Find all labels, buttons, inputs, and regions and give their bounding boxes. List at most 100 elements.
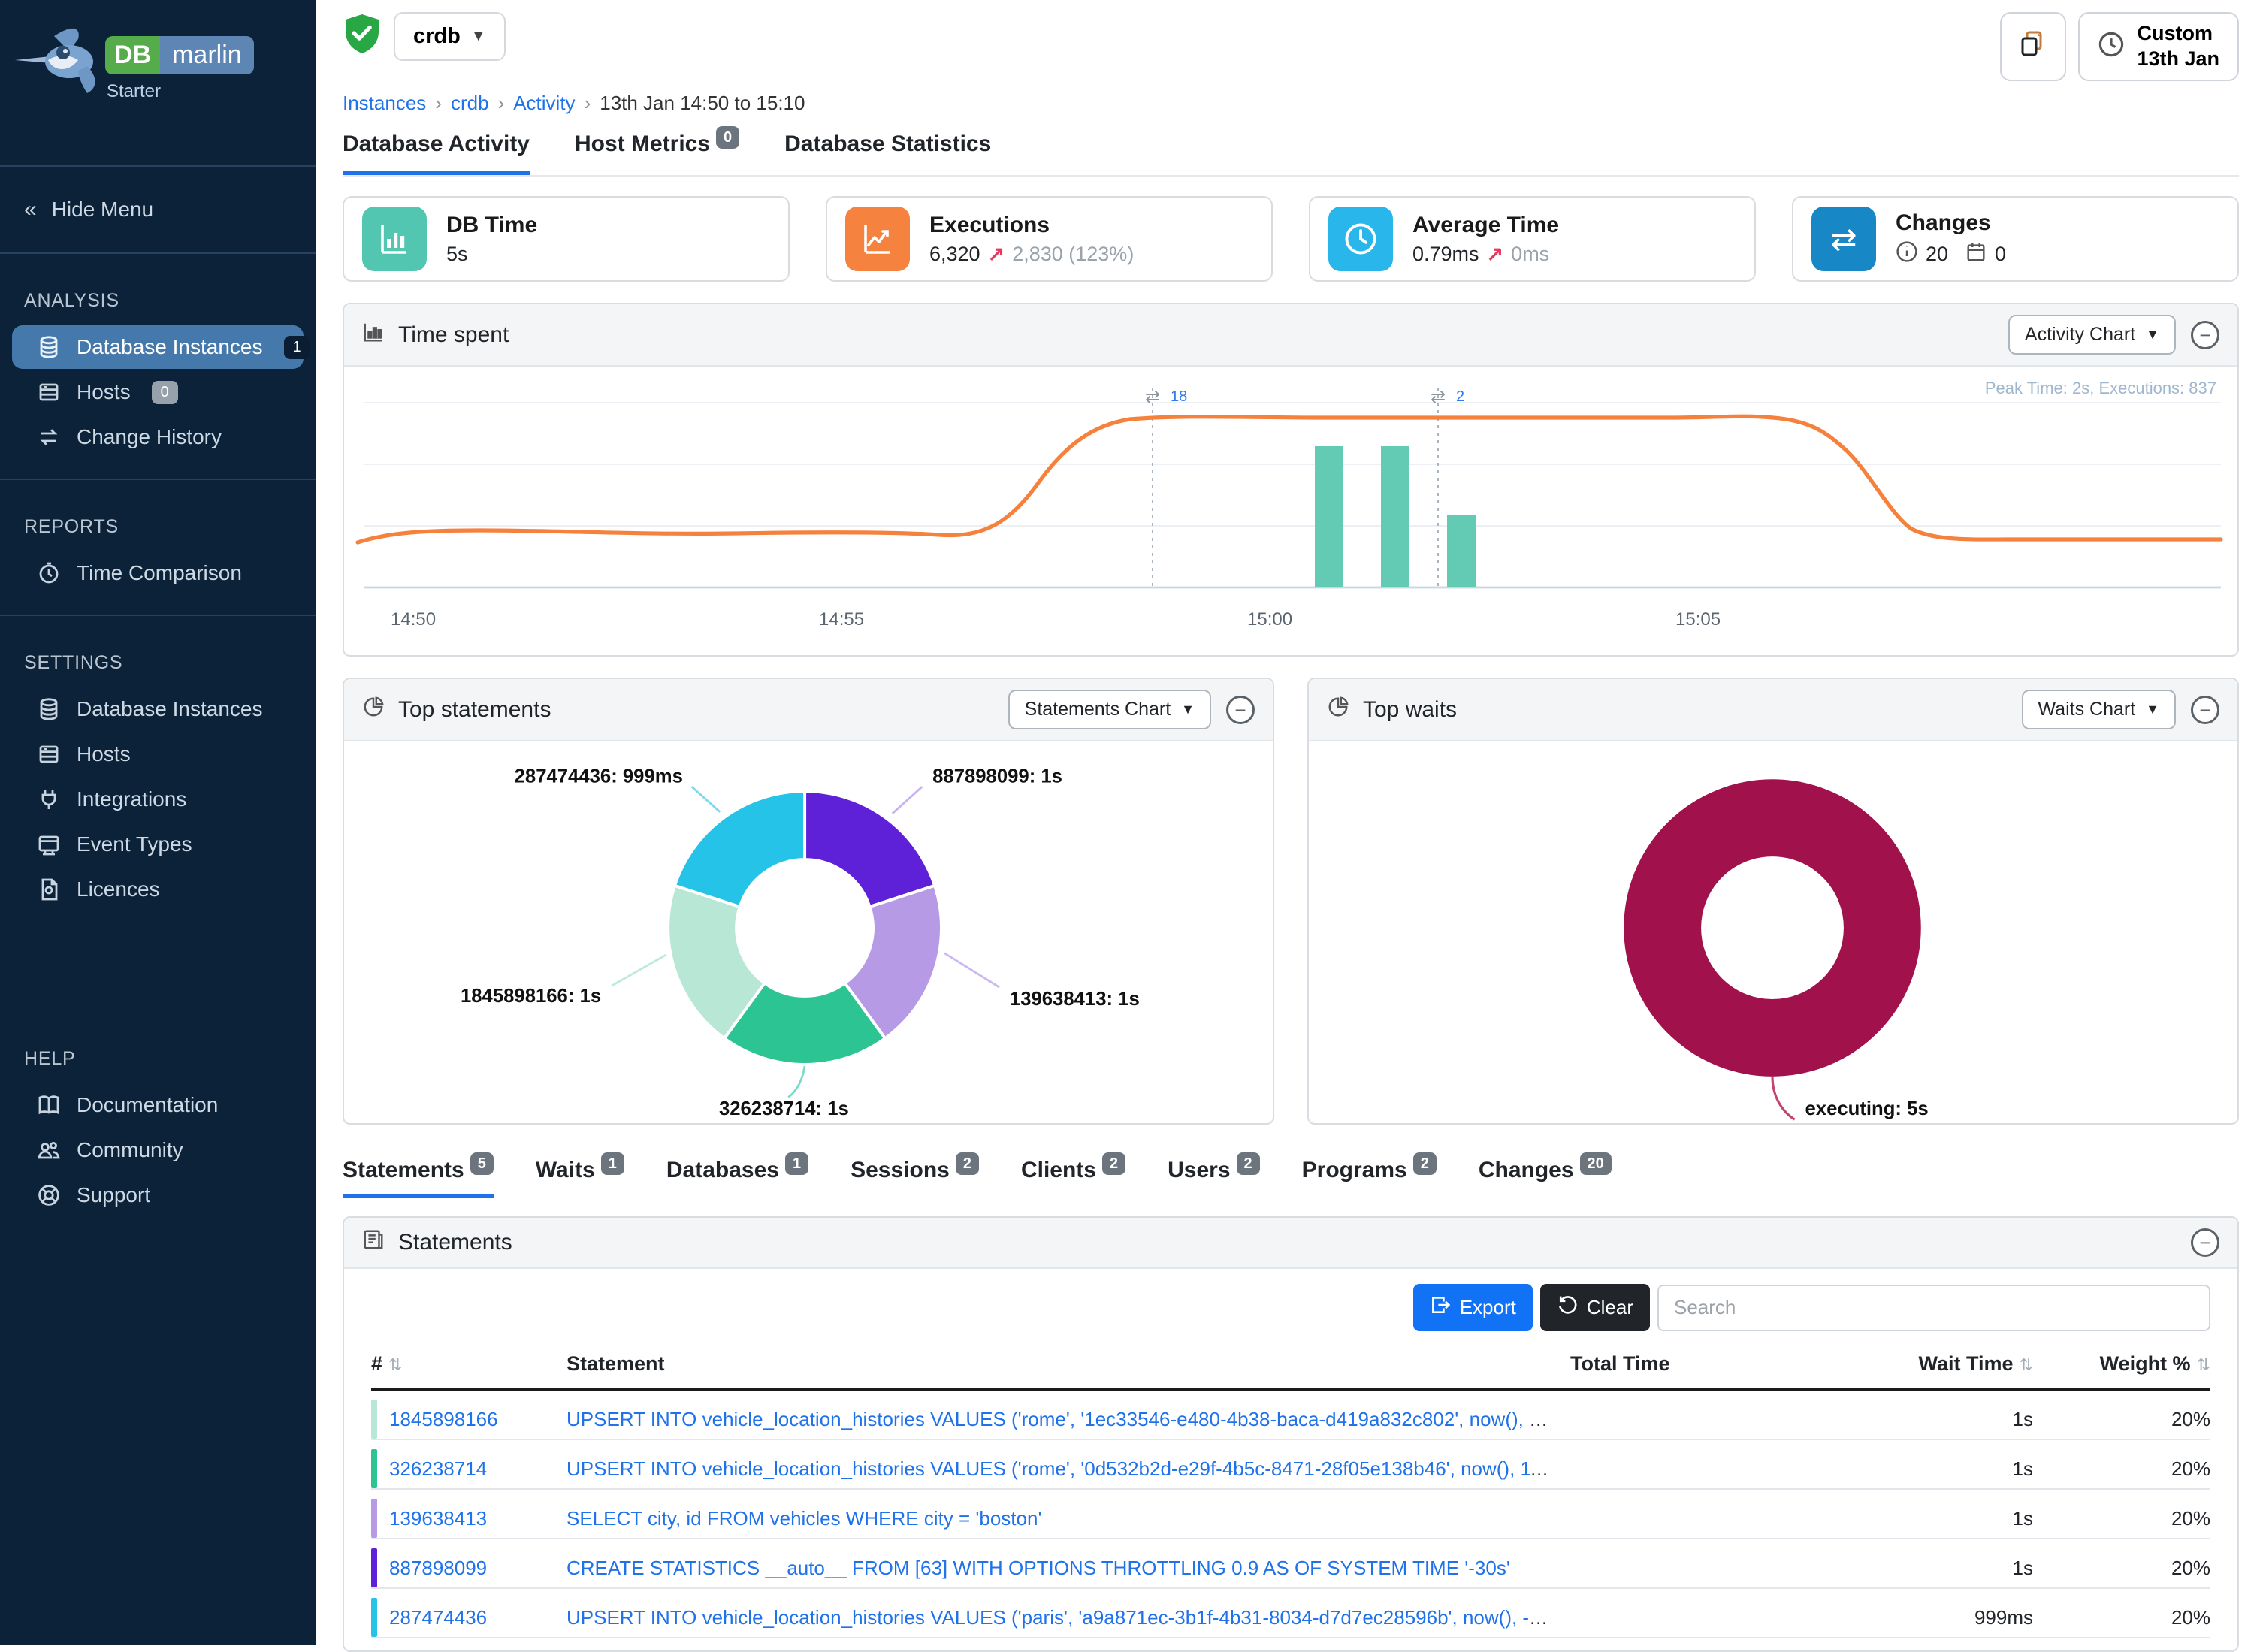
tab-count-badge: 5 [470,1152,494,1175]
sidebar: DB marlin Starter « Hide Menu ANALYSIS D… [0,0,316,1645]
sidebar-item-label: Database Instances [77,697,263,721]
activity-chart-select[interactable]: Activity Chart ▼ [2008,315,2176,355]
statements-panel: Statements − Export Clear [343,1216,2239,1652]
col-header-statement[interactable]: Statement [566,1352,1570,1376]
kpi-info-count: 20 [1926,243,1948,266]
search-input[interactable] [1657,1285,2210,1331]
sidebar-item-time-comparison[interactable]: Time Comparison [12,551,304,595]
tab-host-metrics[interactable]: Host Metrics0 [575,131,739,175]
tab-database-statistics[interactable]: Database Statistics [784,131,991,175]
change-marker-icon: ⇄ [1431,387,1446,407]
sidebar-item-licences[interactable]: Licences [12,868,304,911]
hide-menu-button[interactable]: « Hide Menu [0,176,316,243]
sidebar-section-reports: REPORTS Time Comparison [0,489,316,606]
sidebar-item-label: Community [77,1138,183,1162]
executions-bar [1381,446,1409,587]
donut-slice-887898099 [805,791,935,907]
kpi-delta: 2,830 (123%) [1012,243,1134,266]
delta-up-icon: ↗ [988,243,1005,266]
sidebar-item-event-types[interactable]: Event Types [12,823,304,866]
col-header-wait-time[interactable]: Wait Time⇅ [1739,1352,2033,1376]
table-row: 887898099 CREATE STATISTICS __auto__ FRO… [371,1539,2210,1589]
statement-link[interactable]: UPSERT INTO vehicle_location_histories V… [566,1408,1570,1430]
tab-users[interactable]: Users2 [1168,1158,1260,1198]
collapse-minus-icon[interactable]: − [2191,321,2219,349]
kpi-value: 6,320 [929,243,980,266]
sidebar-item-label: Time Comparison [77,561,242,585]
tab-waits[interactable]: Waits1 [536,1158,624,1198]
charts-row: Top statements Statements Chart ▼ − [343,657,2239,1125]
tab-clients[interactable]: Clients2 [1021,1158,1125,1198]
statement-id-link[interactable]: 139638413 [389,1507,487,1530]
breadcrumb-instances[interactable]: Instances [343,92,426,114]
logo-edition: Starter [107,81,161,102]
tab-databases[interactable]: Databases1 [666,1158,808,1198]
donut-label-287474436: 287474436: 999ms [515,766,683,787]
db-time-line [358,416,2221,542]
statement-color-chip [371,1400,377,1439]
statement-link[interactable]: UPSERT INTO vehicle_location_histories V… [566,1457,1570,1480]
logo-marlin: marlin [160,36,254,74]
sidebar-item-integrations[interactable]: Integrations [12,778,304,821]
sidebar-item-documentation[interactable]: Documentation [12,1083,304,1127]
statement-id-link[interactable]: 1845898166 [389,1408,498,1431]
waits-chart-select[interactable]: Waits Chart ▼ [2022,690,2176,729]
kpi-title: Changes [1896,210,2006,236]
sidebar-item-community[interactable]: Community [12,1128,304,1172]
top-waits-header: Top waits Waits Chart ▼ − [1309,679,2237,741]
weight-value: 20% [2033,1606,2210,1629]
sidebar-item-change-history[interactable]: Change History [12,415,304,459]
clear-icon [1557,1294,1578,1321]
tab-database-activity[interactable]: Database Activity [343,131,530,175]
sidebar-item-hosts[interactable]: Hosts 0 [12,370,304,414]
statement-id-link[interactable]: 287474436 [389,1606,487,1629]
sidebar-item-database-instances-settings[interactable]: Database Instances [12,687,304,731]
instance-name: crdb [413,24,461,49]
kpi-changes: ⇄ Changes 20 0 [1792,196,2239,282]
col-header-weight[interactable]: Weight %⇅ [2033,1352,2210,1376]
statements-toolbar: Export Clear [371,1284,2210,1331]
sidebar-item-hosts-settings[interactable]: Hosts [12,732,304,776]
sidebar-item-support[interactable]: Support [12,1173,304,1217]
wait-time-value: 999ms [1739,1606,2033,1629]
sidebar-item-database-instances[interactable]: Database Instances 1 [12,325,304,369]
instance-selector[interactable]: crdb ▼ [394,12,506,61]
col-header-num[interactable]: #⇅ [371,1352,566,1376]
tab-count-badge: 20 [1580,1152,1612,1175]
tab-programs[interactable]: Programs2 [1302,1158,1437,1198]
time-spent-chart[interactable]: Peak Time: 2s, Executions: 837 ⇄ 18 ⇄ 2 [344,367,2237,655]
main-tabs: Database Activity Host Metrics0 Database… [343,115,2239,175]
statements-donut-chart[interactable]: 287474436: 999ms 887898099: 1s 139638413… [344,741,1273,1123]
support-icon [36,1182,62,1208]
statement-id-link[interactable]: 326238714 [389,1457,487,1481]
statement-link[interactable]: SELECT city, id FROM vehicles WHERE city… [566,1507,1041,1530]
time-range-label-2: 13th Jan [2137,47,2219,70]
statement-link[interactable]: UPSERT INTO vehicle_location_histories V… [566,1606,1570,1629]
collapse-minus-icon[interactable]: − [1226,696,1255,724]
tab-sessions[interactable]: Sessions2 [851,1158,979,1198]
change-marker-icon: ⇄ [1145,387,1160,407]
statements-chart-select[interactable]: Statements Chart ▼ [1008,690,1211,729]
statements-body: Export Clear #⇅ Statement Total Time Wai… [344,1269,2237,1650]
wait-time-value: 1s [1739,1457,2033,1481]
tab-statements[interactable]: Statements5 [343,1158,494,1198]
time-range-button[interactable]: Custom 13th Jan [2078,12,2239,81]
logo-block[interactable]: DB marlin Starter [0,0,316,156]
breadcrumb-crdb[interactable]: crdb [451,92,489,114]
export-button[interactable]: Export [1413,1284,1533,1331]
breadcrumb-activity[interactable]: Activity [513,92,575,114]
waits-donut-svg: executing: 5s [1309,741,2237,1123]
collapse-minus-icon[interactable]: − [2191,696,2219,724]
col-header-total-time[interactable]: Total Time [1570,1352,1739,1376]
collapse-minus-icon[interactable]: − [2191,1228,2219,1257]
tab-changes[interactable]: Changes20 [1479,1158,1612,1198]
waits-donut-chart[interactable]: executing: 5s [1309,741,2237,1123]
top-statements-header: Top statements Statements Chart ▼ − [344,679,1273,741]
weight-value: 20% [2033,1557,2210,1580]
statement-link[interactable]: CREATE STATISTICS __auto__ FROM [63] WIT… [566,1557,1510,1579]
hide-menu-chevrons-icon: « [24,197,37,222]
statement-id-link[interactable]: 887898099 [389,1557,487,1580]
copy-link-button[interactable] [2000,12,2066,81]
statements-donut-svg: 287474436: 999ms 887898099: 1s 139638413… [344,741,1273,1123]
clear-button[interactable]: Clear [1540,1284,1650,1331]
